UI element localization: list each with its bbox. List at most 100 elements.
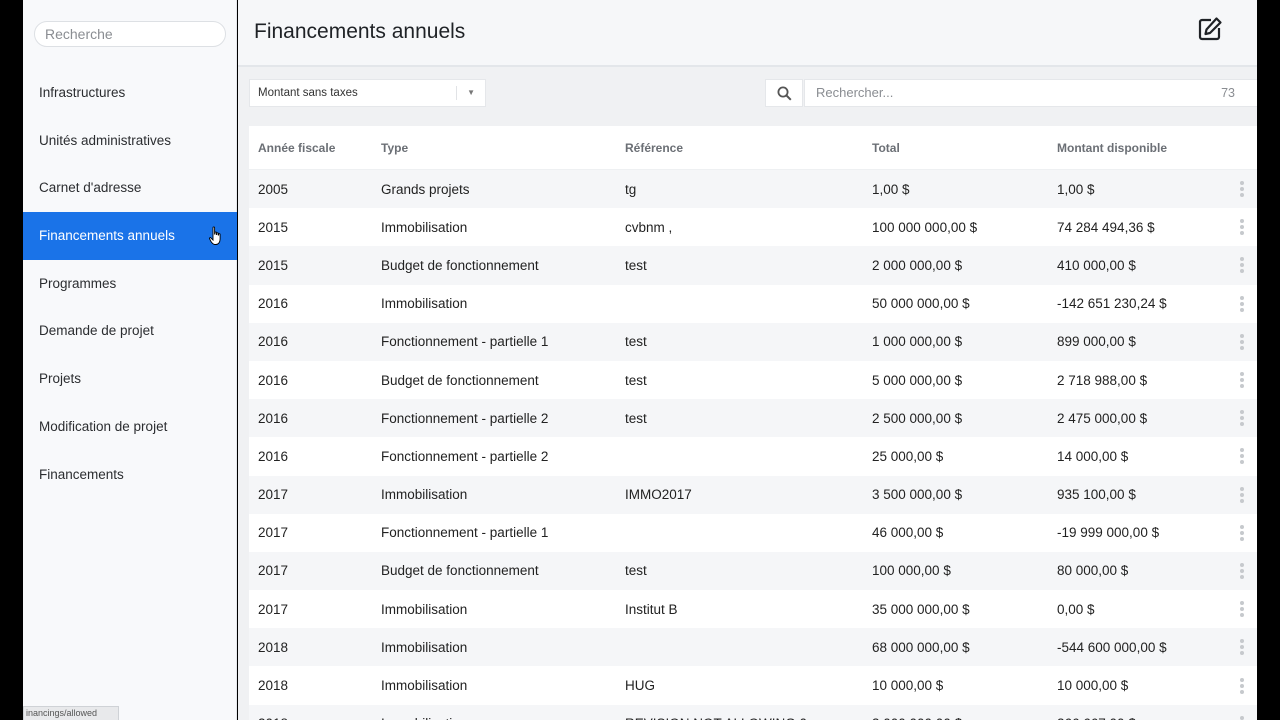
table-row[interactable]: 2017 Immobilisation IMMO2017 3 500 000,00 $… (249, 475, 1257, 514)
sidebar-item-demande-de-projet[interactable]: Demande de projet (23, 307, 237, 355)
row-menu-button[interactable] (1227, 360, 1257, 400)
row-menu-button[interactable] (1227, 437, 1257, 476)
row-menu-button[interactable] (1227, 208, 1257, 247)
table-cell: 46 000,00 $ (872, 525, 944, 541)
table-cell: cvbnm , (625, 219, 673, 235)
table-cell: 2015 (258, 257, 289, 273)
table-cell: 10 000,00 $ (872, 678, 944, 694)
select-divider (456, 86, 457, 100)
row-menu-button[interactable] (1227, 628, 1257, 667)
kebab-menu-icon (1240, 181, 1244, 198)
left-border (0, 0, 23, 720)
table-cell: 100 000,00 $ (872, 563, 951, 579)
result-count: 73 (1221, 86, 1235, 100)
row-menu-button[interactable] (1227, 551, 1257, 591)
kebab-menu-icon (1240, 562, 1244, 579)
sidebar-item-modification-de-projet[interactable]: Modification de projet (23, 403, 237, 451)
amount-type-select[interactable]: Montant sans taxes ▼ (249, 79, 486, 107)
table-cell: 80 000,00 $ (1057, 563, 1129, 579)
table-cell: 74 284 494,36 $ (1057, 219, 1155, 235)
row-menu-button[interactable] (1227, 284, 1257, 323)
table-row[interactable]: 2018 Immobilisation HUG 10 000,00 $ 10 000,0… (249, 666, 1257, 705)
row-menu-button[interactable] (1227, 666, 1257, 705)
hand-cursor-icon (209, 226, 221, 246)
search-button[interactable] (765, 79, 803, 107)
table-cell: 2018 (258, 716, 288, 720)
table-cell: 2017 (258, 563, 289, 579)
table-cell: 3 000 000,00 $ (872, 716, 962, 720)
table-cell: 2017 (258, 525, 289, 541)
table-row[interactable]: 2016 Immobilisation 50 000 000,00 $ -142 65… (249, 284, 1257, 323)
table-row[interactable]: 2017 Budget de fonctionnement test 100 000,… (249, 551, 1257, 591)
table-row[interactable]: 2018 Immobilisation 68 000 000,00 $ -544 60… (249, 628, 1257, 667)
column-header-total[interactable]: Total (872, 141, 900, 155)
table-row[interactable]: 2016 Fonctionnement - partielle 2 test 2 50… (249, 399, 1257, 438)
sidebar-item-carnet-adresse[interactable]: Carnet d'adresse (23, 164, 237, 212)
search-icon (777, 86, 792, 101)
table-row[interactable]: 2017 Fonctionnement - partielle 1 46 000,0… (249, 513, 1257, 552)
table-cell: 2 500 000,00 $ (872, 410, 963, 426)
table-cell: -19 999 000,00 $ (1057, 525, 1160, 541)
table-cell: 2016 (258, 296, 289, 312)
table-row[interactable]: 2015 Budget de fonctionnement test 2 000 00… (249, 246, 1257, 285)
table-row[interactable]: 2016 Budget de fonctionnement test 5 000 00… (249, 360, 1257, 400)
column-header-type[interactable]: Type (381, 141, 408, 155)
table-row[interactable]: 2018 Immobilisation REVISION NOT ALLOWING … (249, 704, 1257, 720)
sidebar-item-financements[interactable]: Financements (23, 451, 237, 499)
column-header-reference[interactable]: Référence (625, 141, 683, 155)
table-cell: 2016 (258, 448, 289, 464)
table-cell: test (625, 334, 647, 350)
sidebar-search-input[interactable]: Recherche (34, 21, 226, 47)
table-cell: test (625, 410, 647, 426)
kebab-menu-icon (1240, 372, 1244, 389)
row-menu-button[interactable] (1227, 513, 1257, 552)
kebab-menu-icon (1240, 333, 1244, 350)
sidebar-item-infrastructures[interactable]: Infrastructures (23, 69, 237, 117)
table-cell: 2017 (258, 487, 289, 503)
table-cell: 410 000,00 $ (1057, 257, 1136, 273)
edit-square-icon[interactable] (1197, 16, 1223, 42)
column-header-annee-fiscale[interactable]: Année fiscale (258, 141, 335, 155)
table-cell: Immobilisation (381, 487, 468, 503)
table-row[interactable]: 2017 Immobilisation Institut B 35 000 000,0… (249, 590, 1257, 629)
sidebar-item-programmes[interactable]: Programmes (23, 260, 237, 308)
table-row[interactable]: 2005 Grands projets tg 1,00 $ 1,00 $ (249, 170, 1257, 209)
table-row[interactable]: 2015 Immobilisation cvbnm , 100 000 000,00 … (249, 208, 1257, 247)
table-cell: -544 600 000,00 $ (1057, 639, 1167, 655)
table-cell: 2016 (258, 372, 289, 388)
table-row[interactable]: 2016 Fonctionnement - partielle 2 25 000,0… (249, 437, 1257, 476)
table-cell: 3 500 000,00 $ (872, 487, 963, 503)
table-cell: -142 651 230,24 $ (1057, 296, 1167, 312)
table-cell: 100 000 000,00 $ (872, 219, 978, 235)
table-cell: 935 100,00 $ (1057, 487, 1136, 503)
table-cell: test (625, 257, 647, 273)
table-body: 2005 Grands projets tg 1,00 $ 1,00 $ 2015 Immo… (249, 170, 1257, 720)
row-menu-button[interactable] (1227, 704, 1257, 720)
table-cell: 899 000,00 $ (1057, 334, 1136, 350)
sidebar-item-financements-annuels[interactable]: Financements annuels (23, 212, 237, 260)
table-row[interactable]: 2016 Fonctionnement - partielle 1 test 1 00… (249, 322, 1257, 361)
row-menu-button[interactable] (1227, 475, 1257, 514)
row-menu-button[interactable] (1227, 399, 1257, 438)
table-search-input[interactable]: Rechercher... 73 (804, 79, 1257, 107)
row-menu-button[interactable] (1227, 590, 1257, 629)
status-bar-url: inancings/allowed (23, 706, 119, 720)
row-menu-button[interactable] (1227, 322, 1257, 361)
table-cell: Immobilisation (381, 678, 468, 694)
table-cell: Fonctionnement - partielle 1 (381, 525, 549, 541)
page-header: Financements annuels (238, 0, 1257, 67)
row-menu-button[interactable] (1227, 246, 1257, 285)
table-cell: 266 667,00 $ (1057, 716, 1136, 720)
table-cell: 2018 (258, 678, 289, 694)
table-cell: test (625, 563, 647, 579)
toolbar: Montant sans taxes ▼ Rechercher... 73 (238, 68, 1257, 126)
sidebar-item-projets[interactable]: Projets (23, 355, 237, 403)
table-cell: 2 718 988,00 $ (1057, 372, 1148, 388)
table-cell: 68 000 000,00 $ (872, 639, 970, 655)
table-cell: 2005 (258, 181, 289, 197)
sidebar-item-unites-administratives[interactable]: Unités administratives (23, 117, 237, 165)
row-menu-button[interactable] (1227, 170, 1257, 209)
table-cell: 1,00 $ (872, 181, 910, 197)
column-header-montant-disponible[interactable]: Montant disponible (1057, 141, 1167, 155)
kebab-menu-icon (1240, 601, 1244, 618)
